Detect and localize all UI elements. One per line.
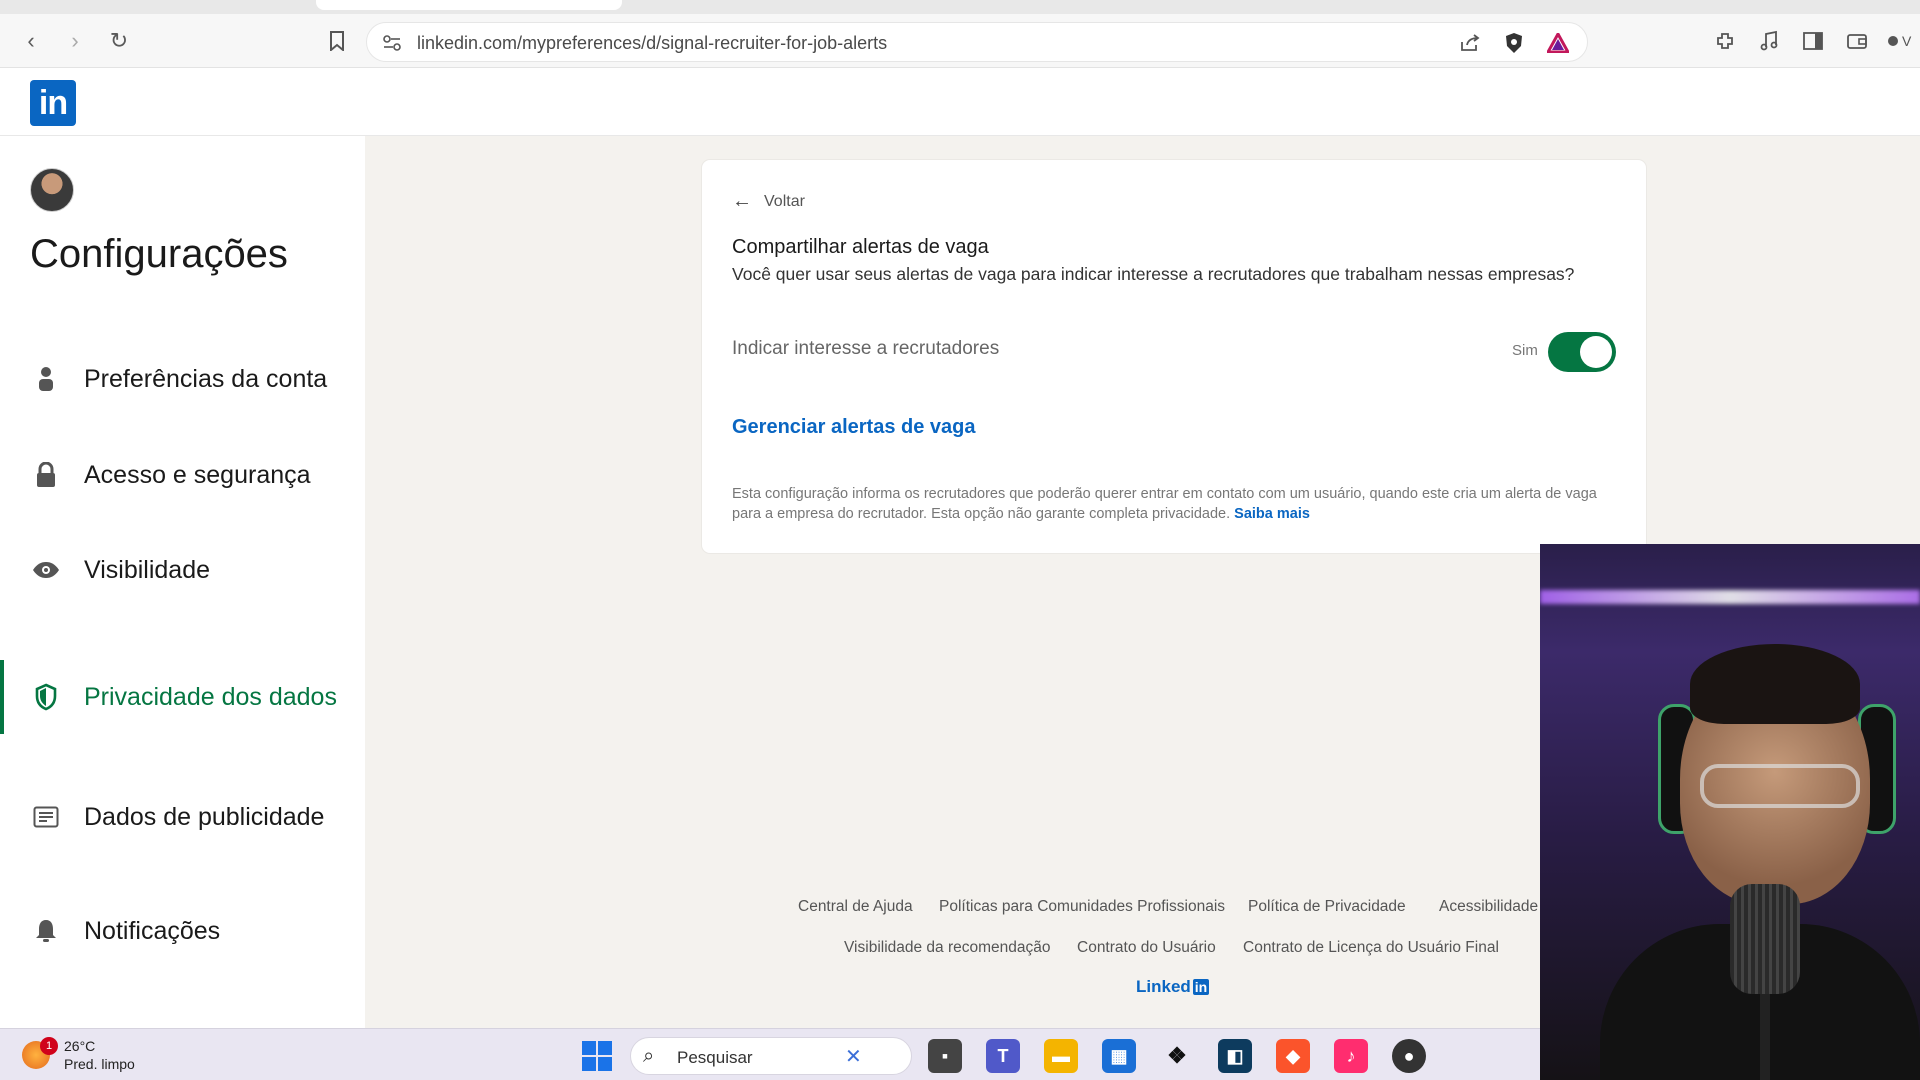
reload-icon[interactable]: ↻ xyxy=(104,26,134,56)
avatar[interactable] xyxy=(30,168,74,212)
task-view-icon[interactable]: ▪ xyxy=(928,1039,962,1073)
toggle-knob xyxy=(1580,336,1612,368)
teams-icon[interactable]: T xyxy=(986,1039,1020,1073)
footer-link-user-agreement[interactable]: Contrato do Usuário xyxy=(1077,939,1216,957)
active-tab[interactable] xyxy=(316,0,622,10)
back-nav-icon[interactable]: ‹ xyxy=(16,26,46,56)
learn-more-link[interactable]: Saiba mais xyxy=(1234,506,1310,522)
person-hair xyxy=(1690,644,1860,724)
dropbox-icon[interactable]: ❖ xyxy=(1160,1039,1194,1073)
lock-icon xyxy=(32,461,60,489)
url-text[interactable]: linkedin.com/mypreferences/d/signal-recr… xyxy=(417,33,887,54)
weather-widget[interactable]: 1 26°C Pred. limpo xyxy=(22,1037,135,1073)
sidebar-toggle-icon[interactable] xyxy=(1800,28,1826,54)
temperature: 26°C xyxy=(64,1038,96,1054)
toggle-state-text: Sim xyxy=(1512,342,1538,359)
brave-rewards-icon[interactable] xyxy=(1547,32,1569,54)
tiktok-icon[interactable]: ♪ xyxy=(1334,1039,1368,1073)
setting-description: Você quer usar seus alertas de vaga para… xyxy=(732,264,1575,284)
person-icon xyxy=(32,365,60,393)
profile-label: V xyxy=(1902,33,1912,49)
browser-toolbar: ‹ › ↻ linkedin.com/mypreferences/d/signa… xyxy=(0,0,1920,68)
footer-link-privacy-policy[interactable]: Política de Privacidade xyxy=(1248,898,1406,916)
profile-button[interactable]: V xyxy=(1888,28,1920,54)
brave-shield-icon[interactable] xyxy=(1503,32,1525,54)
sidebar-item-account-preferences[interactable]: Preferências da conta xyxy=(0,344,365,414)
settings-sidebar: Configurações Preferências da conta Aces… xyxy=(0,136,365,1028)
footer-link-community-policies[interactable]: Políticas para Comunidades Profissionais xyxy=(939,898,1225,916)
job-alerts-settings-card: ← Voltar Compartilhar alertas de vaga Vo… xyxy=(702,160,1646,553)
setting-title: Compartilhar alertas de vaga xyxy=(732,236,989,258)
taskbar-search[interactable]: ⌕ Pesquisar ✕ xyxy=(630,1037,912,1075)
bell-icon xyxy=(32,917,60,945)
setting-note: Esta configuração informa os recrutadore… xyxy=(732,484,1612,524)
footer-link-accessibility[interactable]: Acessibilidade xyxy=(1439,898,1538,916)
page-title: Configurações xyxy=(30,232,288,276)
notification-badge: 1 xyxy=(40,1037,58,1055)
bookmark-icon[interactable] xyxy=(322,26,352,56)
sidebar-item-advertising-data[interactable]: Dados de publicidade xyxy=(0,782,365,852)
sidebar-item-label: Privacidade dos dados xyxy=(84,683,337,711)
footer-logo-in: in xyxy=(1192,979,1210,995)
weather-text: 26°C Pred. limpo xyxy=(64,1037,135,1073)
footer-linkedin-logo[interactable]: Linked in xyxy=(1136,977,1210,997)
file-explorer-icon[interactable]: ▬ xyxy=(1044,1039,1078,1073)
sidebar-item-sign-in-security[interactable]: Acesso e segurança xyxy=(0,450,365,500)
weather-condition: Pred. limpo xyxy=(64,1056,135,1072)
tab-strip xyxy=(0,0,1920,14)
windows-start-icon[interactable] xyxy=(582,1041,612,1071)
sidebar-item-label: Acesso e segurança xyxy=(84,461,311,489)
glasses xyxy=(1700,764,1860,808)
sidebar-item-label: Dados de publicidade xyxy=(84,803,325,831)
sidebar-item-notifications[interactable]: Notificações xyxy=(0,906,365,956)
microsoft-store-icon[interactable]: ▦ xyxy=(1102,1039,1136,1073)
newspaper-icon xyxy=(32,803,60,831)
footer-link-recommendation-visibility[interactable]: Visibilidade da recomendação xyxy=(844,939,1051,957)
footer-link-eula[interactable]: Contrato de Licença do Usuário Final xyxy=(1243,939,1499,957)
address-bar[interactable]: linkedin.com/mypreferences/d/signal-recr… xyxy=(366,22,1588,62)
wallet-icon[interactable] xyxy=(1844,28,1870,54)
forward-nav-icon[interactable]: › xyxy=(60,26,90,56)
microphone-stand xyxy=(1760,992,1770,1080)
led-light xyxy=(1540,590,1920,604)
back-label: Voltar xyxy=(764,192,805,210)
footer-logo-text: Linked xyxy=(1136,977,1191,996)
eye-icon xyxy=(32,556,60,584)
app-icon[interactable]: ◧ xyxy=(1218,1039,1252,1073)
sidebar-item-label: Visibilidade xyxy=(84,556,211,584)
toggle-label: Indicar interesse a recrutadores xyxy=(732,338,1000,359)
linkedin-logo-icon[interactable]: in xyxy=(30,80,76,126)
weather-sun-icon: 1 xyxy=(22,1037,58,1069)
site-settings-icon[interactable] xyxy=(381,32,403,54)
extensions-icon[interactable] xyxy=(1712,28,1738,54)
sidebar-item-data-privacy[interactable]: Privacidade dos dados xyxy=(0,662,365,732)
brave-browser-icon[interactable]: ◆ xyxy=(1276,1039,1310,1073)
sidebar-item-label: Notificações xyxy=(84,917,221,945)
signal-interest-toggle[interactable] xyxy=(1548,332,1616,372)
sidebar-item-visibility[interactable]: Visibilidade xyxy=(0,545,365,595)
search-highlight-icon: ✕ xyxy=(845,1046,862,1068)
share-icon[interactable] xyxy=(1459,32,1481,54)
profile-dot-icon xyxy=(1888,36,1898,46)
search-placeholder: Pesquisar xyxy=(677,1048,753,1067)
microphone xyxy=(1730,884,1800,994)
note-text: Esta configuração informa os recrutadore… xyxy=(732,486,1597,522)
sidebar-item-label: Preferências da conta xyxy=(84,365,328,393)
footer-link-help-center[interactable]: Central de Ajuda xyxy=(798,898,913,916)
linkedin-header: in xyxy=(0,68,1920,136)
media-icon[interactable] xyxy=(1756,28,1782,54)
back-button[interactable]: ← Voltar xyxy=(732,190,805,213)
search-icon: ⌕ xyxy=(643,1045,655,1067)
shield-icon xyxy=(32,683,60,711)
windows-taskbar: 1 26°C Pred. limpo ⌕ Pesquisar ✕ ▪ T ▬ ▦… xyxy=(0,1028,1540,1080)
manage-job-alerts-link[interactable]: Gerenciar alertas de vaga xyxy=(732,416,975,439)
obs-icon[interactable]: ● xyxy=(1392,1039,1426,1073)
webcam-overlay xyxy=(1540,544,1920,1080)
arrow-left-icon: ← xyxy=(732,190,752,212)
